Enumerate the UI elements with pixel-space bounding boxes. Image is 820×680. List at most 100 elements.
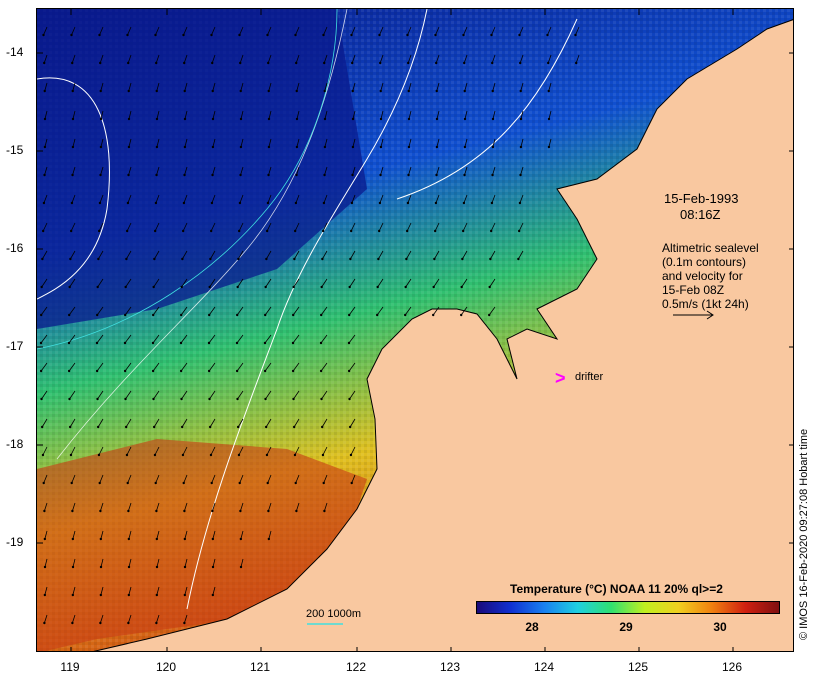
velocity-arrow-head [463,117,467,121]
velocity-arrow-head [320,285,323,289]
velocity-arrow-head [295,89,298,93]
velocity-arrow-head [127,173,130,177]
velocity-arrow-head [435,89,438,93]
velocity-arrow-head [154,481,157,485]
velocity-arrow-head [491,173,494,177]
velocity-arrow-head [264,397,267,401]
velocity-arrow-head [70,33,73,37]
velocity-arrow-head [152,313,155,317]
velocity-arrow-head [404,313,407,317]
velocity-arrow-head [183,61,186,65]
sst-map [36,8,794,652]
lat-label: -14 [6,45,24,59]
velocity-arrow-head [266,201,270,205]
velocity-arrow-head [40,285,43,289]
velocity-arrow-head [322,201,326,205]
velocity-arrow-head [208,397,211,401]
velocity-arrow-head [179,369,183,373]
velocity-arrow-head [575,61,578,65]
velocity-arrow-head [295,145,299,149]
velocity-arrow-head [292,425,296,429]
velocity-arrow-head [68,425,72,429]
velocity-arrow-head [349,257,352,261]
annotation-line: 15-Feb 08Z [662,283,725,297]
velocity-arrow-head [350,33,353,37]
lon-label: 126 [721,660,743,674]
velocity-arrow-head [41,229,45,233]
velocity-arrow-head [491,117,495,121]
lon-label: 119 [60,660,80,674]
velocity-arrow-head [99,173,102,177]
velocity-arrow-head [435,145,439,149]
velocity-arrow-head [406,201,410,205]
velocity-arrow-head [151,341,155,345]
velocity-arrow-head [291,341,295,345]
velocity-arrow-head [519,89,522,93]
velocity-arrow-head [124,285,127,289]
drifter-icon: > [555,368,566,388]
velocity-arrow-head [182,33,185,37]
velocity-arrow-head [43,621,46,625]
velocity-arrow-head [40,425,44,429]
velocity-arrow-head [519,61,522,65]
lon-label: 122 [345,660,367,674]
velocity-arrow-head [407,173,410,177]
velocity-arrow-head [433,257,436,261]
velocity-arrow-head [183,565,187,569]
velocity-arrow-head [71,565,75,569]
colorbar-tick: 28 [525,620,539,634]
velocity-arrow-head [125,257,128,261]
velocity-arrow-head [39,369,43,373]
velocity-arrow-head [153,257,156,261]
velocity-arrow-head [239,145,243,149]
velocity-arrow-head [491,61,494,65]
velocity-arrow-head [41,257,44,261]
velocity-arrow-head [99,89,102,93]
velocity-arrow-head [152,397,155,401]
velocity-arrow-head [347,369,351,373]
velocity-arrow-head [239,173,242,177]
velocity-arrow-head [43,117,47,121]
velocity-arrow-head [71,621,74,625]
drifter-label: drifter [575,371,604,383]
velocity-arrow-head [96,425,100,429]
velocity-arrow-head [265,257,268,261]
velocity-arrow-head [124,313,127,317]
velocity-arrow-head [127,145,131,149]
velocity-arrow-head [124,425,128,429]
velocity-arrow-head [267,173,270,177]
velocity-arrow-head [43,509,46,513]
velocity-arrow-head [154,33,157,37]
velocity-arrow-head [463,89,466,93]
velocity-arrow-head [99,117,103,121]
velocity-arrow-head [71,89,74,93]
velocity-arrow-head [294,33,297,37]
velocity-arrow-head [349,453,353,457]
velocity-arrow-head [43,593,47,597]
velocity-arrow-head [462,201,466,205]
annotation-line: 0.5m/s (1kt 24h) [662,297,749,311]
velocity-arrow-head [42,201,46,205]
velocity-arrow-head [351,89,354,93]
velocity-arrow-head [239,89,242,93]
velocity-arrow-head [379,145,383,149]
velocity-arrow-head [320,397,323,401]
velocity-arrow-head [207,341,211,345]
velocity-arrow-head [323,117,327,121]
velocity-arrow-head [433,229,437,233]
velocity-arrow-head [43,61,46,65]
velocity-arrow-head [267,509,270,513]
velocity-arrow-head [43,173,46,177]
velocity-arrow-head [237,257,240,261]
velocity-arrow-head [323,61,326,65]
velocity-arrow-head [123,341,127,345]
velocity-arrow-head [321,453,325,457]
velocity-arrow-head [70,481,73,485]
velocity-arrow-head [405,229,409,233]
lat-label: -17 [6,339,24,353]
velocity-arrow-head [127,89,130,93]
velocity-arrow-head [97,229,101,233]
velocity-arrow-head [127,509,130,513]
velocity-arrow-head [519,145,523,149]
velocity-arrow-head [263,369,267,373]
